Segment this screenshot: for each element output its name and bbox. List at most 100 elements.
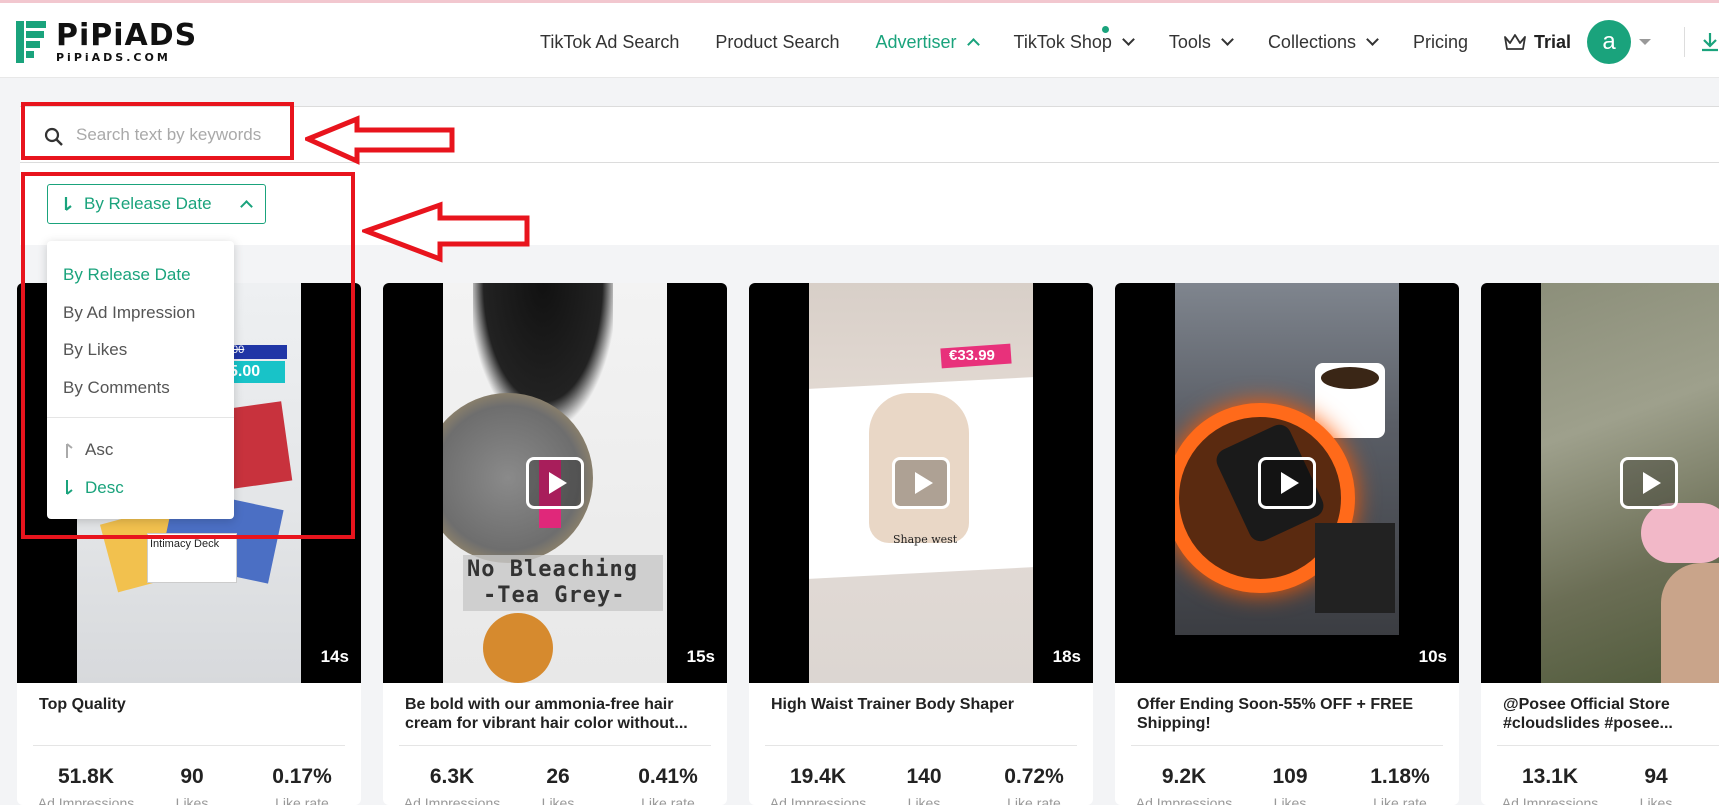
trial-badge[interactable]: Trial [1504, 32, 1571, 53]
sort-asc-icon [66, 443, 73, 458]
play-icon[interactable] [526, 457, 584, 509]
video-duration: 14s [320, 647, 349, 666]
annotation-arrow-sort [362, 201, 530, 263]
video-duration: 15s [686, 647, 715, 666]
sort-panel: By Release Date [20, 163, 1719, 245]
stat-impressions: 51.8K Ad Impressions [31, 765, 141, 805]
stat-impressions: 6.3K Ad Impressions [397, 765, 507, 805]
search-panel [20, 106, 1719, 163]
thumbnail-caption: Shape west [893, 533, 958, 546]
like-rate-value: 0.17% [272, 765, 332, 788]
impressions-label: Ad Impressions [769, 795, 867, 805]
sort-option-ad-impression[interactable]: By Ad Impression [63, 303, 195, 323]
overlay-text-1: No Bleaching [467, 557, 638, 582]
likes-value: 26 [546, 765, 570, 788]
sort-option-likes[interactable]: By Likes [63, 340, 127, 360]
nav-advertiser[interactable]: Advertiser [875, 31, 980, 53]
dropdown-divider [47, 417, 234, 418]
stat-like-rate: 0.17% Like rate [257, 765, 347, 805]
likes-label: Likes [541, 795, 575, 805]
nav-pricing[interactable]: Pricing [1413, 32, 1468, 53]
chevron-down-icon [1122, 33, 1135, 46]
logo-domain: PiPiADS.COM [56, 51, 171, 64]
order-option-asc[interactable]: Asc [63, 440, 113, 460]
stat-like-rate: 1.18% Like rate [1355, 765, 1445, 805]
ad-card[interactable]: 10s Offer Ending Soon-55% OFF + FREE Shi… [1115, 283, 1459, 805]
ad-title[interactable]: @Posee Official Store #cloudslides #pose… [1503, 695, 1719, 733]
stat-like-rate: 0.72% Like rate [989, 765, 1079, 805]
pipiads-logo[interactable]: PiPiADS PiPiADS.COM [16, 17, 196, 67]
ad-card[interactable]: No Bleaching -Tea Grey- 15s Be bold with… [383, 283, 727, 805]
nav-label: Tools [1168, 31, 1211, 52]
nav-collections[interactable]: Collections [1268, 32, 1379, 53]
sort-option-release-date[interactable]: By Release Date [63, 265, 191, 285]
stat-impressions: 13.1K Ad Impressions [1495, 765, 1605, 805]
nav-product-search[interactable]: Product Search [715, 32, 839, 53]
nav-label: Product Search [715, 31, 840, 52]
ad-title[interactable]: Be bold with our ammonia-free hair cream… [405, 695, 710, 733]
main-nav: TikTok Ad Search Product Search Advertis… [540, 3, 1652, 81]
impressions-value: 9.2K [1161, 765, 1207, 788]
chevron-up-icon [966, 38, 980, 51]
video-thumbnail[interactable] [1481, 283, 1719, 683]
likes-label: Likes [907, 795, 941, 805]
ad-title[interactable]: High Waist Trainer Body Shaper [771, 695, 1076, 714]
sort-selected-label: By Release Date [84, 194, 212, 213]
stat-impressions: 9.2K Ad Impressions [1129, 765, 1239, 805]
slipper [1315, 523, 1395, 613]
impressions-label: Ad Impressions [1135, 795, 1233, 805]
impressions-value: 19.4K [789, 765, 847, 788]
impressions-label: Ad Impressions [37, 795, 135, 805]
ad-title[interactable]: Offer Ending Soon-55% OFF + FREE Shippin… [1137, 695, 1442, 733]
nav-tools[interactable]: Tools [1168, 31, 1234, 53]
figurine [483, 613, 553, 683]
sort-dropdown-button[interactable]: By Release Date [47, 184, 266, 224]
sort-dropdown-menu: By Release Date By Ad Impression By Like… [47, 241, 234, 519]
nav-label: Advertiser [875, 31, 957, 52]
download-icon[interactable] [1700, 31, 1719, 53]
ad-card[interactable]: @Posee Official Store #cloudslides #pose… [1481, 283, 1719, 805]
ad-card[interactable]: €33.99 Shape west 18s High Waist Trainer… [749, 283, 1093, 805]
likes-label: Likes [1273, 795, 1307, 805]
stat-likes: 140 Likes [899, 765, 949, 805]
sort-desc-icon [64, 197, 72, 211]
likes-value: 94 [1644, 765, 1668, 788]
like-rate-label: Like rate [275, 795, 329, 805]
ad-title[interactable]: Top Quality [39, 695, 344, 714]
play-icon[interactable] [1258, 457, 1316, 509]
nav-tiktok-shop[interactable]: TikTok Shop [1014, 25, 1135, 53]
nav-tiktok-ad-search[interactable]: TikTok Ad Search [540, 32, 679, 53]
play-icon[interactable] [892, 457, 950, 509]
search-icon [44, 127, 63, 146]
crown-icon [1504, 34, 1526, 50]
card-divider [33, 745, 345, 746]
pink-slide [1641, 503, 1719, 563]
likes-value: 90 [180, 765, 204, 788]
user-avatar[interactable]: a [1587, 20, 1632, 64]
like-rate-label: Like rate [1007, 795, 1061, 805]
sort-option-comments[interactable]: By Comments [63, 378, 170, 398]
chevron-down-icon [1366, 33, 1379, 46]
play-icon[interactable] [1620, 457, 1678, 509]
video-duration: 18s [1052, 647, 1081, 666]
thumbnail-caption: Intimacy Deck [150, 538, 220, 550]
card-divider [1497, 745, 1719, 746]
stat-likes: 90 Likes [167, 765, 217, 805]
like-rate-label: Like rate [641, 795, 695, 805]
stat-impressions: 19.4K Ad Impressions [763, 765, 873, 805]
trial-label: Trial [1534, 31, 1572, 52]
video-thumbnail[interactable]: No Bleaching -Tea Grey- 15s [383, 283, 727, 683]
order-option-desc[interactable]: Desc [63, 478, 124, 498]
new-dot-badge [1101, 25, 1109, 33]
like-rate-value: 0.41% [638, 765, 698, 788]
video-thumbnail[interactable]: 10s [1115, 283, 1459, 683]
video-thumbnail[interactable]: €33.99 Shape west 18s [749, 283, 1093, 683]
impressions-value: 51.8K [57, 765, 115, 788]
order-label: Asc [85, 440, 114, 459]
caret-down-icon[interactable] [1639, 39, 1652, 45]
impressions-value: 6.3K [429, 765, 475, 788]
likes-value: 109 [1272, 765, 1308, 788]
stat-likes: 26 Likes [533, 765, 583, 805]
order-label: Desc [85, 478, 124, 497]
hand [1661, 563, 1719, 683]
